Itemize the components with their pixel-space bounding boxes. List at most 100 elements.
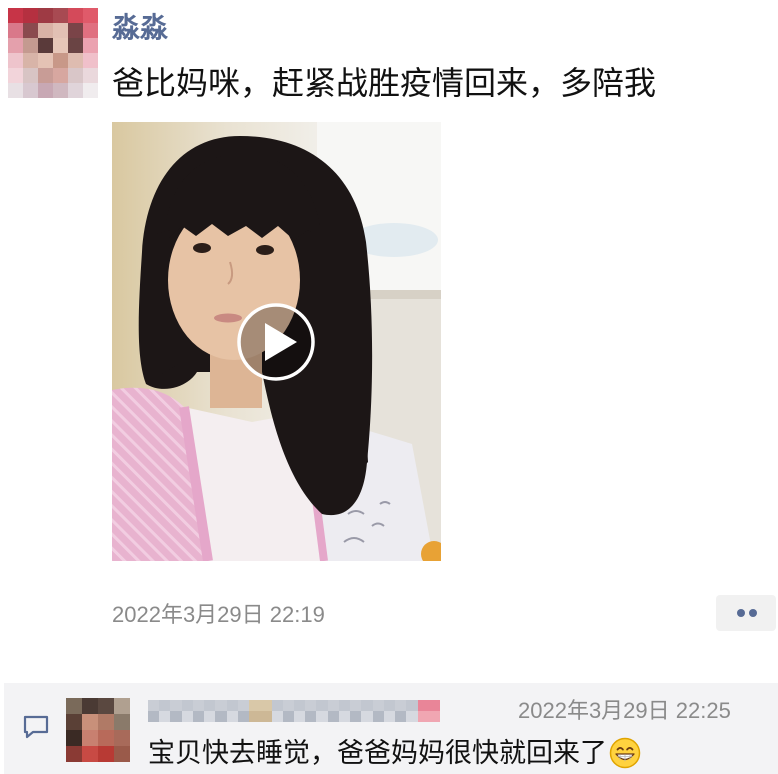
mosaic-cell bbox=[68, 38, 83, 53]
mosaic-cell bbox=[38, 53, 53, 68]
mosaic-cell bbox=[192, 700, 205, 711]
mosaic-cell bbox=[383, 700, 396, 711]
mosaic-cell bbox=[98, 746, 114, 762]
mosaic-cell bbox=[395, 711, 407, 722]
mosaic-cell bbox=[82, 698, 98, 714]
mosaic-cell bbox=[8, 53, 23, 68]
mosaic-cell bbox=[53, 53, 68, 68]
mosaic-cell bbox=[249, 711, 261, 722]
post-text: 爸比妈咪，赶紧战胜疫情回来，多陪我 bbox=[112, 65, 657, 101]
commenter-avatar[interactable] bbox=[66, 698, 130, 762]
mosaic-cell bbox=[83, 8, 98, 23]
mosaic-cell bbox=[23, 53, 38, 68]
more-dot-icon bbox=[749, 609, 757, 617]
mosaic-cell bbox=[38, 83, 53, 98]
mosaic-cell bbox=[23, 83, 38, 98]
mosaic-cell bbox=[395, 700, 407, 711]
mosaic-cell bbox=[350, 711, 362, 722]
mosaic-cell bbox=[66, 730, 82, 746]
mosaic-cell bbox=[327, 700, 339, 711]
mosaic-cell bbox=[98, 698, 114, 714]
author-avatar[interactable] bbox=[8, 8, 98, 98]
mosaic-cell bbox=[316, 700, 328, 711]
mosaic-cell bbox=[98, 714, 114, 730]
mosaic-cell bbox=[215, 700, 227, 711]
mosaic-cell bbox=[204, 711, 216, 722]
mosaic-cell bbox=[293, 700, 306, 711]
mosaic-cell bbox=[372, 711, 384, 722]
mosaic-cell bbox=[417, 700, 429, 711]
mosaic-cell bbox=[192, 711, 205, 722]
moments-post: 淼淼 爸比妈咪，赶紧战胜疫情回来，多陪我 2022年3月29日 22:19 20… bbox=[0, 0, 778, 774]
mosaic-cell bbox=[406, 700, 418, 711]
mosaic-cell bbox=[8, 8, 23, 23]
mosaic-cell bbox=[68, 8, 83, 23]
mosaic-cell bbox=[114, 730, 130, 746]
mosaic-cell bbox=[114, 714, 130, 730]
comment-item[interactable]: 宝贝快去睡觉，爸爸妈妈很快就回来了 bbox=[148, 736, 768, 770]
mosaic-cell bbox=[350, 700, 362, 711]
comment-text: 宝贝快去睡觉，爸爸妈妈很快就回来了 bbox=[148, 738, 607, 768]
mosaic-cell bbox=[83, 38, 98, 53]
mosaic-cell bbox=[148, 700, 160, 711]
comment-timestamp: 2022年3月29日 22:25 bbox=[518, 698, 731, 723]
mosaic-cell bbox=[8, 38, 23, 53]
mosaic-cell bbox=[38, 8, 53, 23]
mosaic-cell bbox=[38, 38, 53, 53]
more-actions-button[interactable] bbox=[716, 595, 776, 631]
mosaic-cell bbox=[249, 700, 261, 711]
mosaic-cell bbox=[83, 68, 98, 83]
mosaic-cell bbox=[361, 711, 373, 722]
play-icon[interactable] bbox=[237, 303, 315, 381]
mosaic-cell bbox=[23, 23, 38, 38]
mosaic-cell bbox=[338, 700, 351, 711]
mosaic-cell bbox=[98, 730, 114, 746]
mosaic-cell bbox=[66, 714, 82, 730]
mosaic-cell bbox=[83, 83, 98, 98]
mosaic-cell bbox=[271, 700, 283, 711]
mosaic-cell bbox=[68, 68, 83, 83]
mosaic-cell bbox=[428, 711, 440, 722]
mosaic-cell bbox=[271, 711, 283, 722]
mosaic-cell bbox=[83, 53, 98, 68]
video-thumbnail[interactable] bbox=[112, 122, 441, 561]
mosaic-cell bbox=[327, 711, 339, 722]
mosaic-cell bbox=[53, 68, 68, 83]
mosaic-cell bbox=[372, 700, 384, 711]
mosaic-cell bbox=[8, 23, 23, 38]
mosaic-cell bbox=[260, 700, 272, 711]
mosaic-cell bbox=[237, 700, 250, 711]
mosaic-cell bbox=[8, 83, 23, 98]
mosaic-cell bbox=[53, 23, 68, 38]
mosaic-cell bbox=[170, 711, 182, 722]
mosaic-cell bbox=[282, 711, 294, 722]
mosaic-cell bbox=[282, 700, 294, 711]
mosaic-cell bbox=[82, 746, 98, 762]
mouth bbox=[214, 313, 242, 323]
grinning-face-emoji-icon bbox=[609, 737, 641, 769]
mosaic-cell bbox=[428, 700, 440, 711]
commenter-name-blurred[interactable] bbox=[148, 700, 440, 722]
mosaic-cell bbox=[305, 700, 317, 711]
wall-trim bbox=[360, 290, 441, 299]
mosaic-cell bbox=[215, 711, 227, 722]
mosaic-cell bbox=[23, 68, 38, 83]
mosaic-cell bbox=[68, 83, 83, 98]
mosaic-cell bbox=[361, 700, 373, 711]
mosaic-cell bbox=[68, 53, 83, 68]
mosaic-cell bbox=[82, 714, 98, 730]
mosaic-cell bbox=[83, 23, 98, 38]
mosaic-cell bbox=[159, 711, 171, 722]
mosaic-cell bbox=[148, 711, 160, 722]
mosaic-cell bbox=[68, 23, 83, 38]
mosaic-cell bbox=[406, 711, 418, 722]
mosaic-cell bbox=[159, 700, 171, 711]
mosaic-cell bbox=[181, 700, 193, 711]
mosaic-cell bbox=[383, 711, 396, 722]
mosaic-cell bbox=[204, 700, 216, 711]
mosaic-cell bbox=[53, 38, 68, 53]
author-name[interactable]: 淼淼 bbox=[112, 11, 168, 45]
mosaic-cell bbox=[23, 38, 38, 53]
right-eye bbox=[256, 245, 274, 255]
mosaic-cell bbox=[260, 711, 272, 722]
